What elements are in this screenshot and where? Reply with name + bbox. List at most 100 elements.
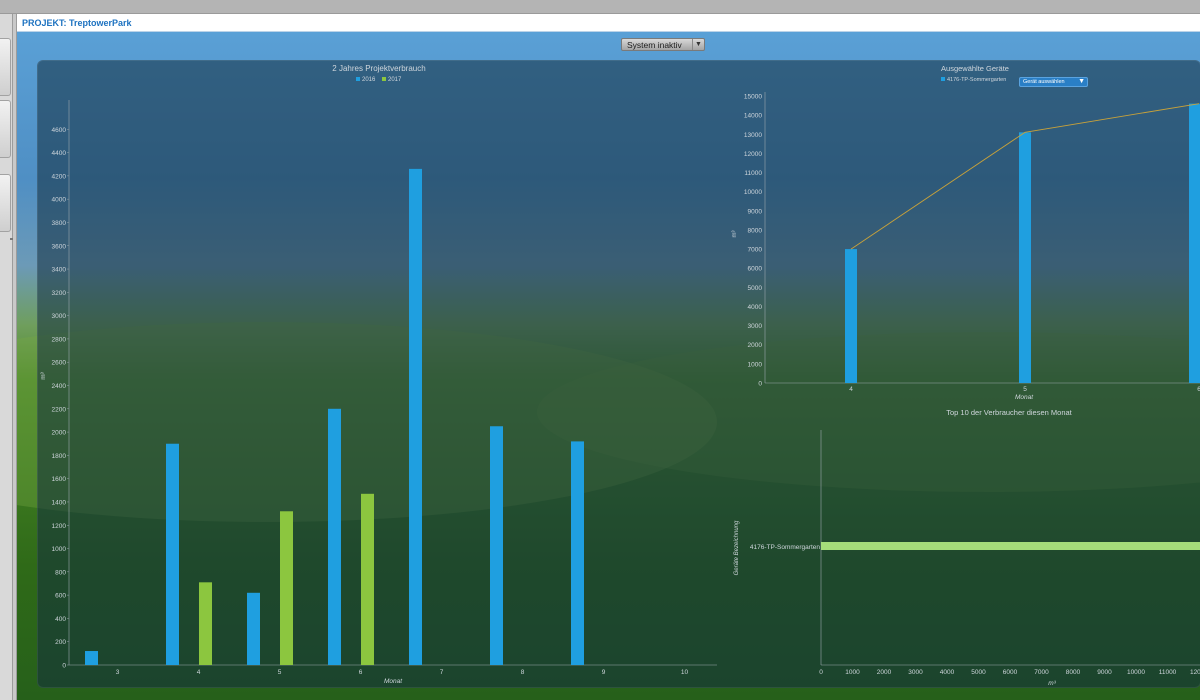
y-tick-label: 4600 [52,127,67,134]
y-axis-label: m³ [732,231,738,238]
bar-2016-month-8 [490,426,503,665]
bar-2016-month-6 [328,408,341,665]
x-tick-label: 5000 [971,669,986,676]
y-tick-label: 12000 [744,151,762,158]
top-bar [0,0,1200,14]
legend-label-2017: 2017 [388,77,402,83]
y-tick-label: 11000 [744,170,762,177]
x-tick-label: 3 [116,669,120,676]
bar-2016-month-5 [247,592,260,665]
x-tick-label: 6000 [1003,669,1018,676]
y-tick-label: 9000 [748,208,763,215]
y-tick-label: 3200 [52,290,67,297]
device-select-label: Gerät auswählen [1023,79,1065,85]
bar-4176-TP-Sommergarten [821,542,1200,550]
y-tick-label: 1800 [52,453,67,460]
y-tick-label: 4000 [52,197,67,204]
x-axis-label: m³ [1048,680,1056,687]
bar-2016-month-9 [571,441,584,665]
legend-label: 4176-TP-Sommergarten [947,77,1006,83]
legend-swatch-2016 [356,77,360,81]
y-tick-label: 14000 [744,113,762,120]
chart-title: 2 Jahres Projektverbrauch [332,64,425,73]
y-tick-label: 2800 [52,336,67,343]
top10-consumers-chart: Top 10 der Verbraucher diesen Monat 0 1000… [734,408,1200,687]
x-tick-label: 4 [197,669,201,676]
sidebar-marker [10,238,13,240]
sidebar-button-1[interactable] [0,38,11,96]
x-tick-label: 5 [278,669,282,676]
y-axis-label: Geräte Bezeichnung [734,520,740,575]
x-tick-label: 12000 [1190,669,1200,676]
bar-2016-month-4 [166,443,179,665]
bar-month-5 [1019,132,1031,383]
x-tick-label: 0 [819,669,823,676]
sidebar [0,14,13,700]
y-tick-label: 0 [62,663,66,670]
x-tick-label: 10 [681,669,689,676]
chevron-down-icon: ▼ [1078,78,1085,85]
y-tick-label: 3400 [52,267,67,274]
legend-label-2016: 2016 [362,77,376,83]
x-tick-label: 8000 [1066,669,1081,676]
main-area: PROJEKT: TreptowerPark System inaktiv ▼ … [16,14,1200,700]
device-select[interactable]: Gerät auswählen ▼ [1019,77,1088,87]
y-tick-label: 4176-TP-Sommergarten [750,544,820,551]
x-tick-label: 7000 [1034,669,1049,676]
y-tick-label: 2400 [52,383,67,390]
y-tick-label: 3800 [52,220,67,227]
x-tick-label: 2000 [877,669,892,676]
x-tick-label: 9 [602,669,606,676]
x-tick-label: 4000 [940,669,955,676]
x-tick-label: 10000 [1127,669,1145,676]
y-tick-label: 800 [55,569,66,576]
x-tick-label: 6 [359,669,363,676]
y-tick-label: 0 [758,381,762,388]
chart-title: Ausgewählte Geräte [941,64,1009,73]
x-tick-label: 5 [1023,386,1027,393]
y-tick-label: 8000 [748,227,763,234]
bar-2016-month-7 [409,168,422,665]
y-tick-label: 7000 [748,247,763,254]
y-tick-label: 3000 [748,323,763,330]
x-tick-label: 8 [521,669,525,676]
x-tick-label: 11000 [1159,669,1177,676]
y-tick-label: 1000 [52,546,67,553]
y-tick-label: 13000 [744,132,762,139]
y-tick-label: 1200 [52,523,67,530]
chart-title: Top 10 der Verbraucher diesen Monat [946,408,1072,417]
legend-swatch [941,77,945,81]
y-tick-label: 5000 [748,285,763,292]
y-tick-label: 2600 [52,360,67,367]
y-tick-label: 400 [55,616,66,623]
y-tick-label: 10000 [744,189,762,196]
y-tick-label: 2000 [748,342,763,349]
x-tick-label: 3000 [908,669,923,676]
bar-2017-month-6 [361,493,374,665]
sidebar-button-2[interactable] [0,100,11,158]
y-tick-label: 15000 [744,94,762,101]
y-tick-label: 600 [55,593,66,600]
y-tick-label: 4200 [52,173,67,180]
y-tick-label: 3000 [52,313,67,320]
x-tick-label: 9000 [1097,669,1112,676]
y-tick-label: 6000 [748,266,763,273]
x-axis-label: Monat [1015,394,1034,401]
y-tick-label: 3600 [52,243,67,250]
y-tick-label: 1600 [52,476,67,483]
y-tick-label: 4000 [748,304,763,311]
legend-swatch-2017 [382,77,386,81]
sidebar-button-3[interactable] [0,174,11,232]
bar-2016-month-3 [85,651,98,665]
x-axis-label: Monat [384,678,403,685]
x-tick-label: 7 [440,669,444,676]
x-tick-label: 4 [849,386,853,393]
y-tick-label: 4400 [52,150,67,157]
x-tick-label: 1000 [845,669,860,676]
y-tick-label: 1000 [748,361,763,368]
y-axis-label: m³ [40,371,47,379]
bar-month-6 [1189,103,1200,384]
bar-month-4 [845,249,857,383]
selected-devices-chart: Ausgewählte Geräte 4176-TP-Sommergarten Ge… [732,64,1200,401]
charts-canvas: 2 Jahres Projektverbrauch2016 20170200400… [40,64,1200,687]
